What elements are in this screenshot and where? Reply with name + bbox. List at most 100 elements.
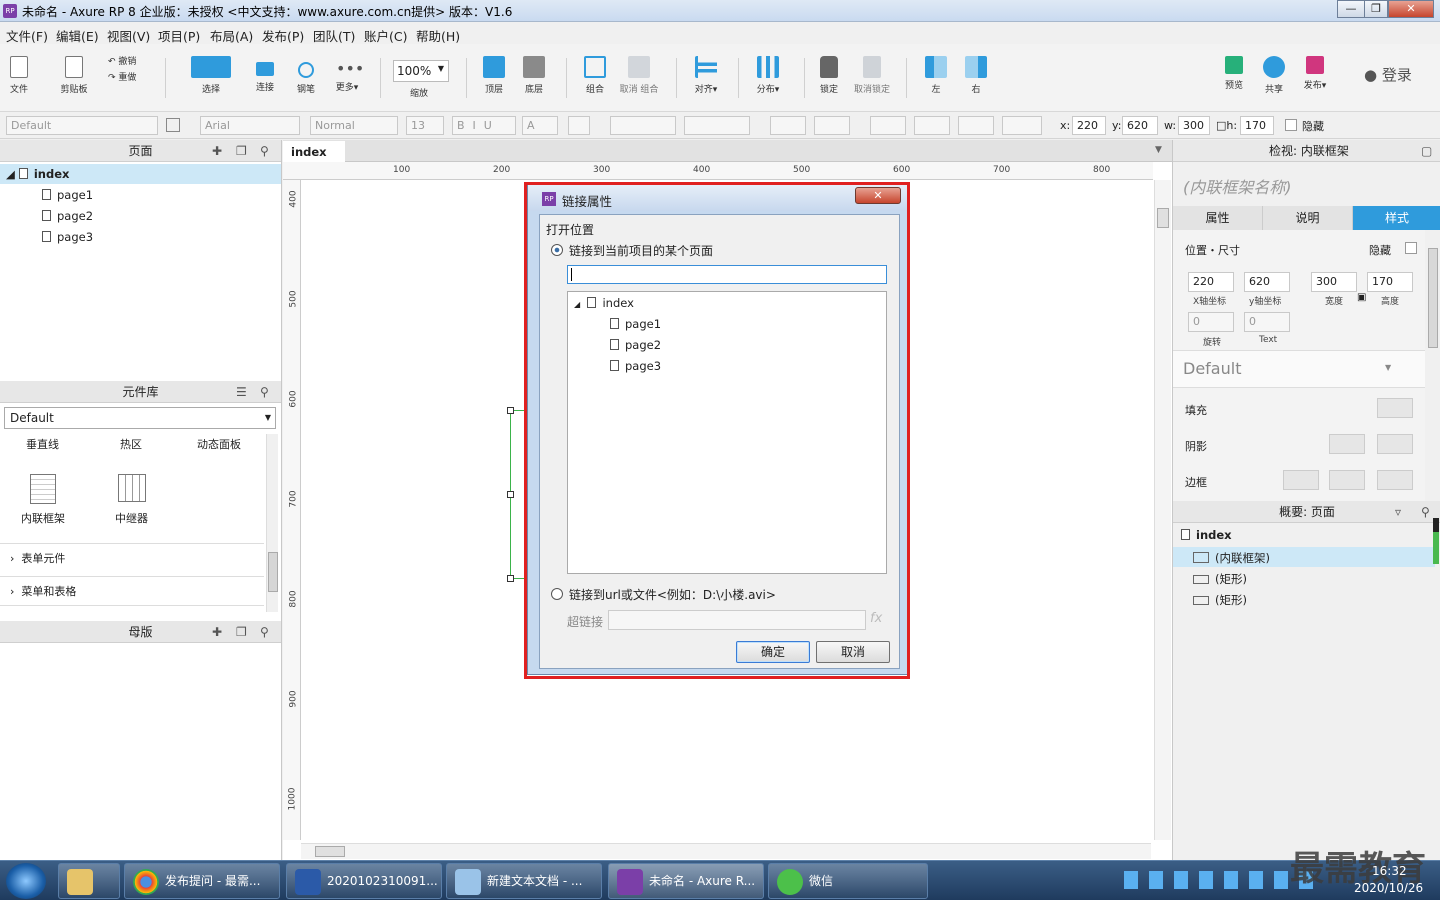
login-button[interactable]: ● 登录 [1364,64,1412,85]
line-color-button[interactable] [870,116,906,135]
hidden-checkbox[interactable] [1285,119,1297,131]
task-chrome[interactable]: 发布提问 - 最需... [124,863,280,899]
publish-tool[interactable]: 发布▾ [1298,48,1332,91]
style-select[interactable]: Default ▼ [1173,350,1425,388]
add-folder-icon[interactable]: ❐ [236,140,247,162]
vertical-align-buttons[interactable] [684,116,750,135]
widget-hotspot[interactable]: 热区 [120,436,142,452]
menu-layout[interactable]: 布局(A) [210,26,253,45]
bold-italic-underline[interactable]: BIU [452,116,516,135]
resize-handle[interactable] [507,575,514,582]
page-item-page1[interactable]: page1 [42,188,93,202]
search-icon[interactable]: ⚲ [260,381,269,403]
outline-item-rect[interactable]: (矩形) [1193,592,1247,608]
hidden-checkbox[interactable] [1405,242,1417,254]
start-button[interactable] [6,863,46,899]
x-input[interactable]: 220 [1072,116,1106,135]
group-tool[interactable]: 组合 [580,48,610,95]
note-icon[interactable]: ▢ [1421,140,1432,162]
clipboard-tool[interactable]: 剪贴板 [56,48,92,95]
style-scrollbar[interactable] [1427,234,1439,496]
line-style-button[interactable] [958,116,994,135]
widget-dynamic-panel[interactable]: 动态面板 [197,436,241,452]
section-menus-tables[interactable]: › 菜单和表格 [0,576,264,606]
library-select[interactable]: Default ▼ [4,407,276,429]
connect-tool[interactable]: 连接 [250,48,280,93]
add-folder-icon[interactable]: ❐ [236,621,247,643]
zoom-select[interactable]: 100% ▼ [393,60,449,82]
x-input[interactable]: 220 [1188,272,1234,292]
menu-icon[interactable]: ☰ [236,381,247,403]
page-item-index[interactable]: ◢ index [0,164,281,184]
task-wechat[interactable]: 微信 [768,863,928,899]
shadow-button[interactable] [814,116,850,135]
height-input[interactable]: 170 [1367,272,1413,292]
fill-color-button[interactable] [770,116,806,135]
menu-project[interactable]: 项目(P) [158,26,200,45]
scroll-thumb[interactable] [315,846,345,857]
search-icon[interactable]: ⚲ [260,140,269,162]
horizontal-scrollbar[interactable] [301,843,1151,859]
text-align-buttons[interactable] [610,116,676,135]
close-button[interactable]: ✕ [1388,0,1434,18]
menu-file[interactable]: 文件(F) [6,26,48,45]
fill-color-picker[interactable] [1377,398,1413,418]
preview-tool[interactable]: 预览 [1220,48,1248,91]
search-icon[interactable]: ⚲ [1421,501,1430,523]
menu-team[interactable]: 团队(T) [313,26,355,45]
menu-account[interactable]: 账户(C) [364,26,407,45]
resize-handle[interactable] [507,491,514,498]
y-input[interactable]: 620 [1244,272,1290,292]
page-item-page3[interactable]: page3 [42,230,93,244]
widget-vertical-line[interactable]: 垂直线 [26,436,59,452]
more-tool[interactable]: ••• 更多▾ [330,48,365,94]
tab-style[interactable]: 样式 [1353,206,1440,230]
library-scrollbar[interactable] [266,434,278,612]
arrow-style-button[interactable] [1002,116,1042,135]
widget-inline-frame[interactable]: 内联框架 [21,510,65,526]
search-icon[interactable]: ⚲ [260,621,269,643]
scroll-thumb[interactable] [268,552,278,592]
chevron-down-icon[interactable]: ▼ [1155,145,1162,155]
ungroup-tool[interactable]: 取消 组合 [616,48,662,95]
pen-tool[interactable]: 钢笔 [292,48,320,95]
unlock-tool[interactable]: 取消锁定 [850,48,894,95]
widget-name-field[interactable]: (内联框架名称) [1183,174,1292,198]
vertical-scrollbar[interactable] [1154,180,1171,840]
line-width-button[interactable] [914,116,950,135]
filter-icon[interactable]: ▿ [1395,501,1401,523]
repeater-icon[interactable] [118,474,146,502]
minimize-button[interactable]: — [1337,0,1365,18]
right-tool[interactable]: 右 [962,48,990,95]
border-style-picker[interactable] [1377,470,1413,490]
outline-item-rect[interactable]: (矩形) [1193,571,1247,587]
send-bottom-tool[interactable]: 底层 [520,48,548,95]
font-select[interactable]: Arial [200,116,300,135]
task-word[interactable]: 2020102310091... [286,863,442,899]
scroll-thumb[interactable] [1428,248,1438,348]
file-tool[interactable]: 文件 [6,48,32,95]
widget-repeater[interactable]: 中继器 [115,510,148,526]
outline-scrollbar[interactable] [1433,518,1439,564]
outer-shadow-picker[interactable] [1329,434,1365,454]
list-button[interactable] [568,116,590,135]
tab-notes[interactable]: 说明 [1263,206,1353,230]
rotation-input[interactable]: 0 [1188,312,1234,332]
font-color-button[interactable]: A [522,116,558,135]
border-width-picker[interactable] [1329,470,1365,490]
aspect-lock-icon[interactable]: ▣ [1357,292,1366,303]
task-explorer[interactable] [58,863,120,899]
tab-properties[interactable]: 属性 [1173,206,1263,230]
outline-item-inline-frame[interactable]: (内联框架) [1173,547,1435,567]
section-form-widgets[interactable]: › 表单元件 [0,543,264,572]
page-item-page2[interactable]: page2 [42,209,93,223]
redo-button[interactable]: ↷ 重做 [108,70,136,86]
outline-page[interactable]: index [1181,528,1232,542]
w-input[interactable]: 300 [1178,116,1210,135]
h-input[interactable]: 170 [1240,116,1274,135]
width-input[interactable]: 300 [1311,272,1357,292]
text-rotation-input[interactable]: 0 [1244,312,1290,332]
share-tool[interactable]: 共享 [1260,48,1288,95]
select-tool[interactable]: 选择 [176,48,246,95]
inner-shadow-picker[interactable] [1377,434,1413,454]
